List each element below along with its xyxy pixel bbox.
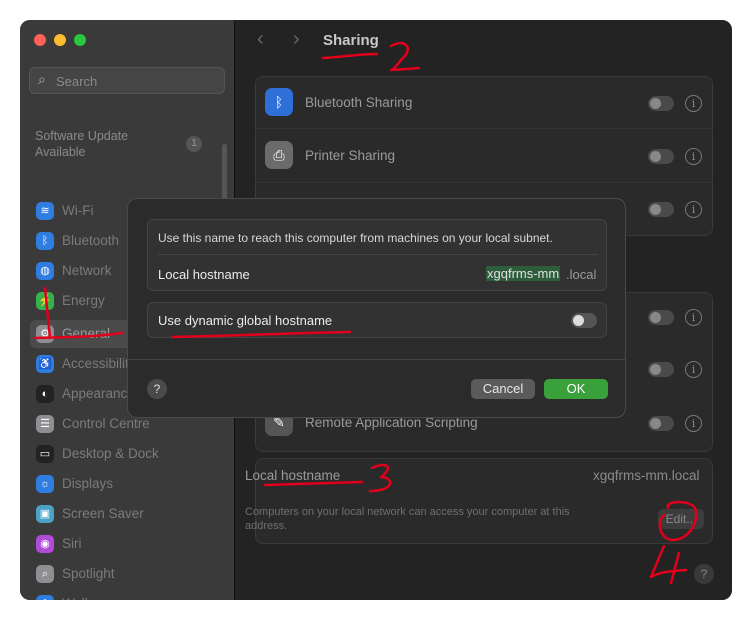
- sidebar-item-label: Displays: [62, 476, 114, 491]
- dynamic-hostname-label: Use dynamic global hostname: [158, 313, 333, 328]
- accessibility-icon: ♿: [36, 355, 54, 373]
- cancel-button[interactable]: Cancel: [471, 379, 535, 399]
- sidebar-item-desktop-dock[interactable]: ▭ Desktop & Dock: [30, 440, 224, 468]
- bluetooth-icon: ᛒ: [265, 88, 293, 116]
- ok-button[interactable]: OK: [544, 379, 608, 399]
- sidebar-item-label: Energy: [62, 293, 105, 308]
- sidebar-item-label: Spotlight: [62, 566, 115, 581]
- sidebar-item-siri[interactable]: ◉ Siri: [30, 530, 224, 558]
- sidebar-item-label: Appearance: [62, 386, 135, 401]
- wifi-icon: ≋: [36, 202, 54, 220]
- hostname-input[interactable]: xgqfrms-mm: [486, 266, 561, 281]
- info-icon[interactable]: i: [685, 95, 702, 112]
- spotlight-icon: ⌕: [36, 565, 54, 583]
- dynamic-hostname-toggle[interactable]: [571, 313, 597, 328]
- sharing-toggle[interactable]: [648, 310, 674, 325]
- sidebar-item-displays[interactable]: ☼ Displays: [30, 470, 224, 498]
- help-button[interactable]: ?: [694, 564, 714, 584]
- hostname-suffix: .local: [566, 267, 597, 282]
- bluetooth-sharing-toggle[interactable]: [648, 96, 674, 111]
- page-title: Sharing: [323, 32, 379, 49]
- sharing-toggle[interactable]: [648, 362, 674, 377]
- edit-hostname-button[interactable]: Edit...: [658, 509, 704, 529]
- sidebar-item-screen-saver[interactable]: ▣ Screen Saver: [30, 500, 224, 528]
- sidebar-item-label: Desktop & Dock: [62, 446, 159, 461]
- sidebar-item-label: Wallpaper: [62, 596, 122, 600]
- back-button[interactable]: ‹: [257, 28, 264, 51]
- displays-icon: ☼: [36, 475, 54, 493]
- sidebar-item-label: Bluetooth: [62, 233, 120, 248]
- remote-app-scripting-toggle[interactable]: [648, 416, 674, 431]
- bluetooth-icon: ᛒ: [36, 232, 54, 250]
- zoom-window-button[interactable]: [74, 34, 86, 46]
- local-hostname-label: Local hostname: [245, 468, 341, 483]
- printer-sharing-toggle[interactable]: [648, 149, 674, 164]
- sidebar-item-label: General: [62, 326, 111, 341]
- network-icon: ◍: [36, 262, 54, 280]
- screen-saver-icon: ▣: [36, 505, 54, 523]
- software-update-available[interactable]: Software Update Available: [35, 128, 155, 160]
- printer-icon: ⎙: [265, 141, 293, 169]
- dialog-divider: [128, 359, 625, 360]
- sidebar-item-spotlight[interactable]: ⌕ Spotlight: [30, 560, 224, 588]
- sidebar-item-wallpaper[interactable]: ❀ Wallpaper: [30, 590, 224, 600]
- control-centre-icon: ☰: [36, 415, 54, 433]
- search-placeholder: Search: [56, 74, 98, 89]
- search-icon: ⌕: [38, 71, 46, 87]
- sharing-toggle[interactable]: [648, 202, 674, 217]
- hostname-dialog: Use this name to reach this computer fro…: [127, 198, 626, 418]
- wallpaper-icon: ❀: [36, 595, 54, 600]
- info-icon[interactable]: i: [685, 415, 702, 432]
- sidebar-item-label: Accessibility: [62, 356, 136, 371]
- dialog-hostname-label: Local hostname: [158, 267, 250, 282]
- sidebar-item-label: Network: [62, 263, 112, 278]
- sidebar-item-label: Siri: [62, 536, 82, 551]
- info-icon[interactable]: i: [685, 201, 702, 218]
- close-window-button[interactable]: [34, 34, 46, 46]
- sidebar-item-label: Screen Saver: [62, 506, 144, 521]
- row-divider: [255, 182, 713, 183]
- row-divider: [255, 128, 713, 129]
- bluetooth-sharing-label: Bluetooth Sharing: [305, 95, 413, 110]
- gear-icon: ⚙: [36, 325, 54, 343]
- info-icon[interactable]: i: [685, 148, 702, 165]
- card-divider: [158, 254, 598, 255]
- hostname-info-text: Use this name to reach this computer fro…: [158, 231, 553, 245]
- sidebar-item-label: Control Centre: [62, 416, 150, 431]
- forward-button[interactable]: ›: [293, 28, 300, 51]
- minimize-window-button[interactable]: [54, 34, 66, 46]
- local-hostname-description: Computers on your local network can acce…: [245, 506, 570, 532]
- energy-icon: ⚡: [36, 292, 54, 310]
- local-hostname-value: xgqfrms-mm.local: [593, 468, 700, 483]
- sidebar-item-label: Wi-Fi: [62, 203, 94, 218]
- info-icon[interactable]: i: [685, 361, 702, 378]
- search-input[interactable]: ⌕ Search: [29, 67, 225, 94]
- info-icon[interactable]: i: [685, 309, 702, 326]
- desktop-dock-icon: ▭: [36, 445, 54, 463]
- dialog-help-button[interactable]: ?: [147, 379, 167, 399]
- appearance-icon: ◐: [36, 385, 54, 403]
- sidebar-scrollbar[interactable]: [222, 144, 227, 204]
- printer-sharing-label: Printer Sharing: [305, 148, 396, 163]
- update-count-badge: 1: [186, 136, 202, 152]
- siri-icon: ◉: [36, 535, 54, 553]
